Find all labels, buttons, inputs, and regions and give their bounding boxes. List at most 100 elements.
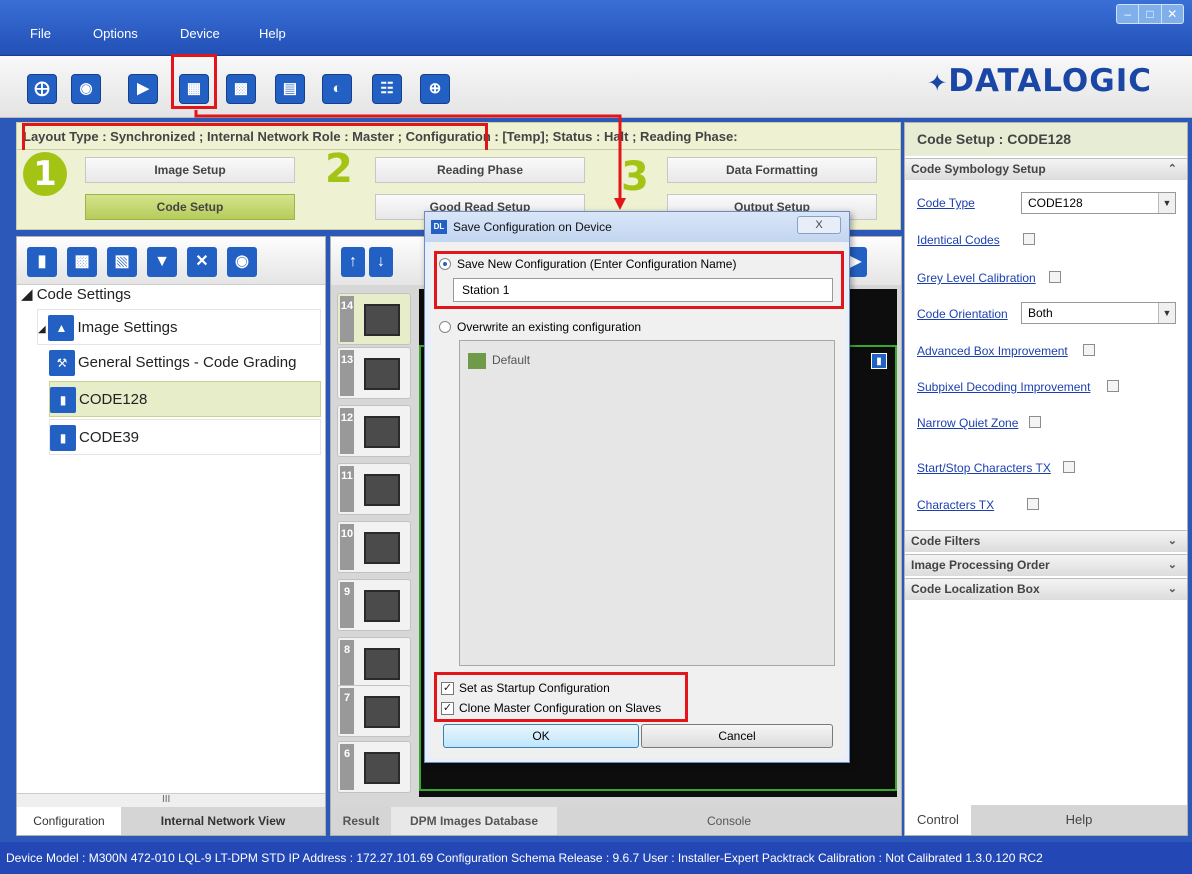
chevron-down-icon: ⌄ xyxy=(1167,535,1177,547)
subpixel-checkbox[interactable] xyxy=(1107,380,1119,392)
highlight-new-config xyxy=(434,251,844,309)
configuration-list[interactable]: Default xyxy=(459,340,835,666)
tree-item-code39[interactable]: ▮ CODE39 xyxy=(49,419,321,455)
chevron-down-icon: ⌄ xyxy=(1167,559,1177,571)
chevron-down-icon: ▼ xyxy=(1158,303,1175,323)
filter-icon[interactable]: ▼ xyxy=(147,247,177,277)
capture-icon[interactable]: ◉ xyxy=(71,74,101,104)
chevron-up-icon: ⌃ xyxy=(1167,163,1177,175)
code-type-label: Code Type xyxy=(917,196,975,210)
identical-codes-label: Identical Codes xyxy=(917,233,1000,247)
tab-configuration[interactable]: Configuration xyxy=(17,807,121,835)
arrow-down-icon[interactable]: ↓ xyxy=(369,247,393,277)
identical-codes-checkbox[interactable] xyxy=(1023,233,1035,245)
save-to-device-icon[interactable]: ◐ xyxy=(322,74,352,104)
callout-arrow xyxy=(194,110,626,210)
characters-tx-checkbox[interactable] xyxy=(1027,498,1039,510)
arrow-up-icon[interactable]: ↑ xyxy=(341,247,365,277)
cancel-button[interactable]: Cancel xyxy=(641,724,833,748)
code-type-select[interactable]: CODE128 ▼ xyxy=(1021,192,1176,214)
tree-item-image-settings[interactable]: ◢ ▲ Image Settings xyxy=(37,309,321,345)
save-file-icon[interactable]: ▤ xyxy=(275,74,305,104)
section-code-symbology[interactable]: Code Symbology Setup ⌃ xyxy=(905,158,1187,180)
roi-barcode-icon[interactable]: ▮ xyxy=(871,353,887,369)
advanced-box-checkbox[interactable] xyxy=(1083,344,1095,356)
datalogic-logo: ✦DATALOGIC xyxy=(927,63,1152,99)
overwrite-label: Overwrite an existing configuration xyxy=(457,320,642,334)
subpixel-label: Subpixel Decoding Improvement xyxy=(917,380,1091,394)
start-stop-checkbox[interactable] xyxy=(1063,461,1075,473)
tab-dpm-images-database[interactable]: DPM Images Database xyxy=(391,807,557,835)
minimize-icon[interactable]: – xyxy=(1117,5,1140,23)
close-icon[interactable]: ✕ xyxy=(1162,5,1183,23)
thumbnail-13[interactable]: 13 xyxy=(337,347,411,399)
characters-tx-label: Characters TX xyxy=(917,498,995,512)
menu-bar: File Options Device Help – □ ✕ xyxy=(0,0,1192,56)
menu-help[interactable]: Help xyxy=(259,26,286,41)
home-icon[interactable]: ⨁ xyxy=(27,74,57,104)
thumbnail-6[interactable]: 6 xyxy=(337,741,411,793)
highlight-save-button xyxy=(171,54,217,109)
maximize-icon[interactable]: □ xyxy=(1139,5,1162,23)
code-orientation-select[interactable]: Both ▼ xyxy=(1021,302,1176,324)
thumbnail-11[interactable]: 11 xyxy=(337,463,411,515)
thumbnail-12[interactable]: 12 xyxy=(337,405,411,457)
data-formatting-button[interactable]: Data Formatting xyxy=(667,157,877,183)
advanced-box-label: Advanced Box Improvement xyxy=(917,344,1068,358)
crosshair-icon[interactable]: ⊕ xyxy=(420,74,450,104)
grid-icon[interactable]: ☷ xyxy=(372,74,402,104)
right-tabs: Control Help xyxy=(905,805,1187,835)
dialog-title: Save Configuration on Device xyxy=(453,220,612,234)
viewer-tabs: Result DPM Images Database Console xyxy=(331,807,901,835)
load-config-icon[interactable]: ▩ xyxy=(226,74,256,104)
chevron-down-icon: ⌄ xyxy=(1167,583,1177,595)
thumbnail-14[interactable]: 14 xyxy=(337,293,411,345)
config-icon xyxy=(468,352,486,369)
save-configuration-dialog: DL Save Configuration on Device X Save N… xyxy=(424,211,850,763)
ok-button[interactable]: OK xyxy=(443,724,639,748)
left-tabs: Configuration Internal Network View xyxy=(17,807,325,835)
highlight-checkboxes xyxy=(434,672,688,722)
thumbnail-8[interactable]: 8 xyxy=(337,637,411,689)
list-item-default[interactable]: Default xyxy=(468,349,530,371)
thumbnail-10[interactable]: 10 xyxy=(337,521,411,573)
dialog-title-bar: DL Save Configuration on Device xyxy=(425,212,849,242)
left-toolbar: ▮ ▩ ▧ ▼ ✕ ◉ xyxy=(17,237,325,285)
menu-device[interactable]: Device xyxy=(180,26,220,41)
wrench-icon: ⚒ xyxy=(49,350,75,377)
datamatrix-icon[interactable]: ▩ xyxy=(67,247,97,277)
send-config-icon[interactable]: ▶ xyxy=(128,74,158,104)
start-stop-label: Start/Stop Characters TX xyxy=(917,461,1051,475)
menu-file[interactable]: File xyxy=(30,26,51,41)
thumbnail-7[interactable]: 7 xyxy=(337,685,411,737)
tab-result[interactable]: Result xyxy=(331,807,391,835)
menu-options[interactable]: Options xyxy=(93,26,138,41)
section-code-filters[interactable]: Code Filters ⌄ xyxy=(905,530,1187,552)
barcode-icon: ▮ xyxy=(50,425,76,452)
postal-code-icon[interactable]: ▧ xyxy=(107,247,137,277)
tab-control[interactable]: Control xyxy=(905,805,971,835)
tab-console[interactable]: Console xyxy=(557,807,901,835)
search-icon[interactable]: ◉ xyxy=(227,247,257,277)
dialog-close-button[interactable]: X xyxy=(797,216,841,234)
phase-1-badge: 1 xyxy=(23,152,67,196)
overwrite-radio[interactable] xyxy=(439,321,451,333)
narrow-quiet-zone-checkbox[interactable] xyxy=(1029,416,1041,428)
section-code-localization-box[interactable]: Code Localization Box ⌄ xyxy=(905,578,1187,600)
chevron-down-icon: ▼ xyxy=(1158,193,1175,213)
tree-item-general-settings[interactable]: ⚒ General Settings - Code Grading xyxy=(49,345,296,381)
collapse-arrow-icon: ◢ xyxy=(21,286,37,303)
tree-item-code128[interactable]: ▮ CODE128 xyxy=(49,381,321,417)
thumbnail-9[interactable]: 9 xyxy=(337,579,411,631)
horizontal-scrollbar[interactable]: III xyxy=(17,793,325,807)
tree-root-code-settings[interactable]: ◢ Code Settings xyxy=(21,283,131,307)
collapse-arrow-icon: ◢ xyxy=(38,324,49,335)
tab-internal-network-view[interactable]: Internal Network View xyxy=(121,807,325,835)
image-icon: ▲ xyxy=(48,315,75,342)
tab-help[interactable]: Help xyxy=(971,805,1187,835)
delete-icon[interactable]: ✕ xyxy=(187,247,217,277)
section-image-processing-order[interactable]: Image Processing Order ⌄ xyxy=(905,554,1187,576)
panel-title: Code Setup : CODE128 xyxy=(905,123,1187,156)
grey-level-checkbox[interactable] xyxy=(1049,271,1061,283)
barcode-icon[interactable]: ▮ xyxy=(27,247,57,277)
